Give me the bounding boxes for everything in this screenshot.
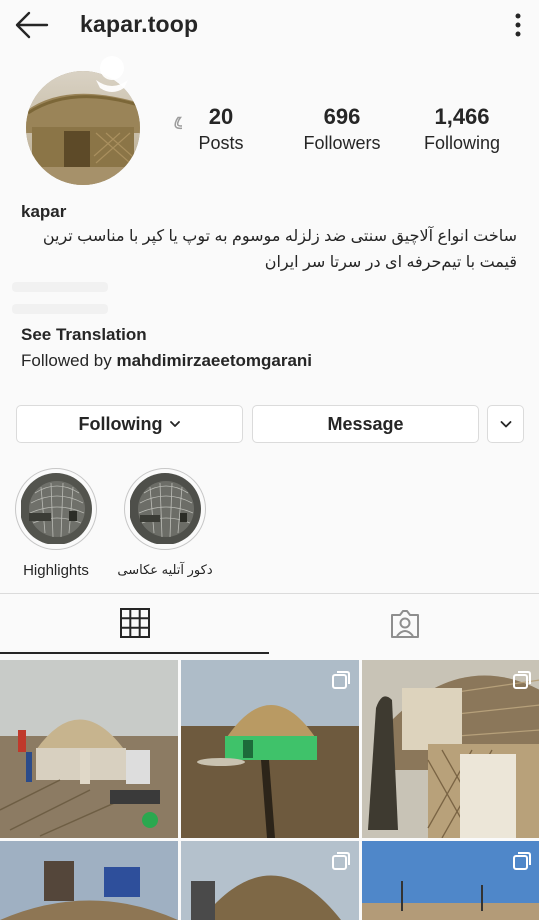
highlight-item[interactable]: Highlights <box>14 468 98 579</box>
followers-label: Followers <box>303 133 381 153</box>
profile-name: kapar <box>21 202 67 221</box>
chevron-down-icon <box>500 421 511 428</box>
highlight-label: Highlights <box>23 562 89 579</box>
profile-stats: 20 Posts 696 Followers 1,466 Following <box>190 104 520 160</box>
followed-by-user[interactable]: mahdimirzaeetomgarani <box>116 351 312 370</box>
stat-posts[interactable]: 20 Posts <box>166 104 276 156</box>
redacted-line <box>12 304 108 314</box>
multiple-posts-icon <box>513 671 531 689</box>
highlight-label: دکور آتلیه عکاسی <box>117 562 213 577</box>
tab-grid[interactable] <box>0 594 269 654</box>
avatar-image <box>26 71 140 185</box>
multiple-posts-icon <box>332 671 350 689</box>
post-thumbnail[interactable] <box>181 660 359 838</box>
tagged-person-icon <box>390 610 419 638</box>
see-translation-link[interactable]: See Translation <box>21 325 147 345</box>
profile-bio: ساخت انواع آلاچیق سنتی ضد زلزله موسوم به… <box>20 224 517 276</box>
following-count: 1,466 <box>434 104 490 129</box>
highlight-cover <box>129 473 201 545</box>
grid-icon <box>119 608 150 638</box>
stat-following[interactable]: 1,466 Following <box>407 104 517 156</box>
post-thumbnail[interactable] <box>0 841 178 920</box>
multiple-posts-icon <box>332 852 350 870</box>
followed-by: Followed by mahdimirzaeetomgarani <box>21 351 312 371</box>
message-button-label: Message <box>327 413 404 434</box>
tab-tagged[interactable] <box>270 594 539 654</box>
chevron-down-icon <box>170 421 181 427</box>
following-button[interactable]: Following <box>16 405 243 443</box>
top-bar: kapar.toop <box>0 0 539 52</box>
posts-count: 20 <box>208 104 234 129</box>
highlight-ring <box>124 468 206 550</box>
posts-grid <box>0 658 539 920</box>
redacted-line <box>12 282 108 292</box>
followed-by-prefix: Followed by <box>21 351 112 370</box>
bio-line-1: ساخت انواع آلاچیق سنتی ضد زلزله موسوم به… <box>42 228 517 245</box>
highlight-cover <box>20 473 92 545</box>
post-thumbnail[interactable] <box>0 660 178 838</box>
post-thumbnail[interactable] <box>362 841 539 920</box>
bio-line-2: قیمت با تیم‌حرفه ای در سرتا سر ایران <box>264 254 517 271</box>
posts-label: Posts <box>198 133 244 153</box>
highlight-item[interactable]: دکور آتلیه عکاسی <box>114 468 216 578</box>
message-button[interactable]: Message <box>252 405 479 443</box>
highlight-ring <box>15 468 97 550</box>
more-vertical-icon[interactable] <box>511 12 525 38</box>
stat-followers[interactable]: 696 Followers <box>287 104 397 156</box>
following-label: Following <box>423 133 501 153</box>
suggested-dropdown-button[interactable] <box>487 405 524 443</box>
followers-count: 696 <box>323 104 361 129</box>
post-thumbnail[interactable] <box>362 660 539 838</box>
arrow-left-icon[interactable] <box>14 10 50 40</box>
following-button-label: Following <box>78 413 163 434</box>
profile-avatar[interactable] <box>26 71 140 185</box>
profile-username: kapar.toop <box>80 11 199 37</box>
post-thumbnail[interactable] <box>181 841 359 920</box>
multiple-posts-icon <box>513 852 531 870</box>
